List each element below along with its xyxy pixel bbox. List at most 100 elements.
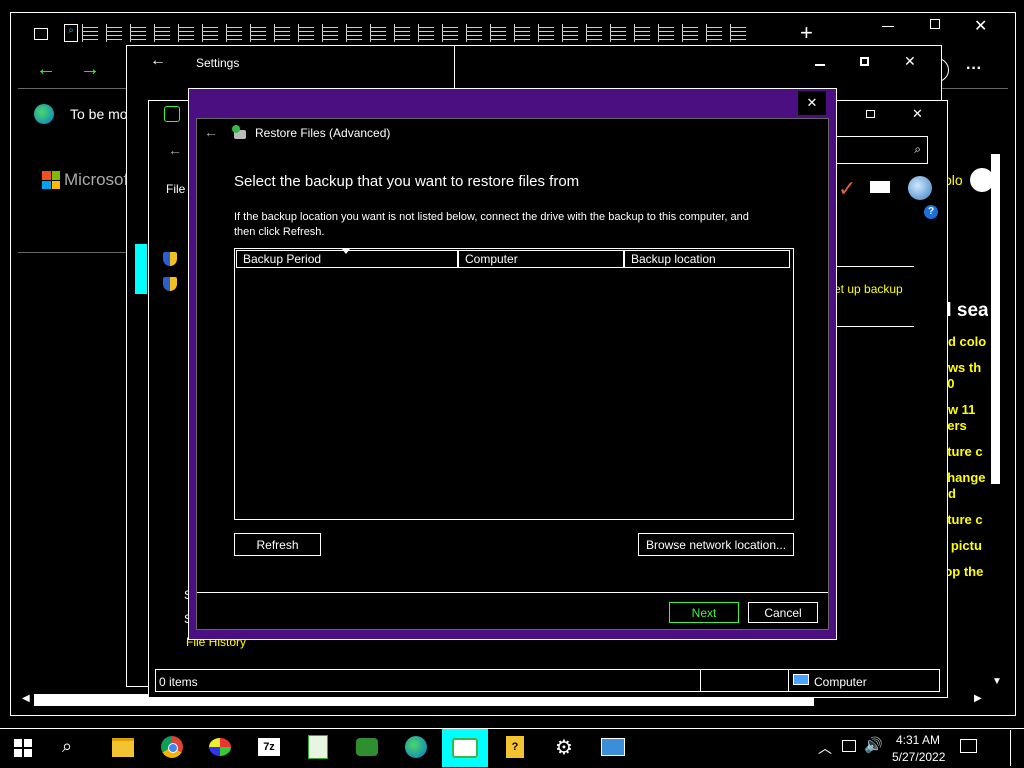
search-icon: ⌕: [914, 142, 921, 156]
status-divider: [700, 670, 701, 691]
browser-maximize-button[interactable]: [930, 19, 940, 29]
scroll-right-icon[interactable]: ▶: [974, 693, 982, 704]
dialog-back-button[interactable]: ←: [204, 124, 218, 140]
restore-app-icon: [232, 125, 248, 140]
browser-tab[interactable]: [634, 24, 650, 42]
browser-tab[interactable]: [682, 24, 698, 42]
explorer-maximize-button[interactable]: [866, 110, 875, 118]
network-icon[interactable]: [842, 740, 856, 752]
browser-tab[interactable]: [586, 24, 602, 42]
paint-icon[interactable]: [205, 732, 235, 762]
browser-tab[interactable]: [178, 24, 194, 42]
dialog-footer-divider: [197, 592, 828, 593]
show-hidden-icons-button[interactable]: ︿: [818, 738, 832, 758]
settings-gear-icon[interactable]: ⚙: [549, 732, 579, 762]
scroll-left-icon[interactable]: ◀: [22, 693, 30, 704]
explorer-close-button[interactable]: ✕: [912, 106, 923, 122]
settings-maximize-button[interactable]: [860, 57, 869, 66]
explorer-back-button[interactable]: ←: [168, 142, 182, 158]
7zip-icon[interactable]: 7z: [254, 732, 284, 762]
column-header-backup-location[interactable]: Backup location: [624, 250, 790, 268]
settings-back-button[interactable]: ←: [150, 52, 166, 70]
cancel-button[interactable]: Cancel: [748, 602, 818, 623]
browser-tab[interactable]: [538, 24, 554, 42]
settings-title: Settings: [196, 56, 240, 70]
browser-tab[interactable]: [202, 24, 218, 42]
globe-icon[interactable]: [908, 176, 932, 200]
column-header-computer[interactable]: Computer: [458, 250, 624, 268]
start-button[interactable]: [14, 739, 32, 757]
browser-tab[interactable]: [130, 24, 146, 42]
feedback-check-icon[interactable]: ✓: [838, 176, 856, 202]
file-explorer-icon[interactable]: [108, 732, 138, 762]
file-menu[interactable]: File: [166, 182, 185, 196]
help-support-icon[interactable]: ?: [500, 732, 530, 762]
dialog-title: Restore Files (Advanced): [255, 126, 391, 140]
next-button[interactable]: Next: [669, 602, 739, 623]
browser-tab[interactable]: [466, 24, 482, 42]
dialog-close-button[interactable]: ✕: [798, 91, 826, 115]
notifications-icon[interactable]: [960, 739, 977, 753]
refresh-button[interactable]: Refresh: [234, 533, 321, 556]
browser-tab[interactable]: [658, 24, 674, 42]
scroll-down-icon[interactable]: ▼: [992, 676, 1002, 687]
browser-tab[interactable]: [274, 24, 290, 42]
browser-tab[interactable]: [370, 24, 386, 42]
edge-icon[interactable]: [401, 732, 431, 762]
browser-tab[interactable]: [394, 24, 410, 42]
settings-divider: [454, 46, 455, 90]
browser-minimize-button[interactable]: [882, 26, 894, 27]
shield-icon: [163, 277, 177, 291]
browser-tab[interactable]: [250, 24, 266, 42]
settings-close-button[interactable]: ✕: [904, 53, 916, 70]
browser-tabs[interactable]: [82, 24, 772, 44]
show-desktop-button[interactable]: [1010, 730, 1011, 766]
browser-tab[interactable]: [730, 24, 746, 42]
notepad-icon[interactable]: [303, 732, 333, 762]
browser-close-button[interactable]: ✕: [974, 16, 987, 36]
browser-tab[interactable]: [298, 24, 314, 42]
browser-tab[interactable]: [514, 24, 530, 42]
status-computer: Computer: [814, 675, 867, 689]
browser-tab[interactable]: [346, 24, 362, 42]
set-up-backup-link[interactable]: et up backup: [834, 282, 903, 296]
volume-icon[interactable]: 🔊: [864, 736, 883, 754]
browser-tab[interactable]: [154, 24, 170, 42]
clock-time[interactable]: 4:31 AM: [896, 733, 940, 747]
explorer-rule: [832, 266, 914, 267]
browse-network-location-button[interactable]: Browse network location...: [638, 533, 794, 556]
browser-tab[interactable]: [610, 24, 626, 42]
browser-forward-button[interactable]: →: [80, 58, 100, 81]
tab-actions-icon[interactable]: [34, 28, 48, 40]
browser-tab[interactable]: [706, 24, 722, 42]
browser-menu-button[interactable]: ···: [966, 60, 982, 78]
backup-list[interactable]: [234, 248, 794, 520]
browser-tab[interactable]: [106, 24, 122, 42]
clock-date[interactable]: 5/27/2022: [892, 750, 945, 764]
microsoft-logo-icon: [42, 171, 60, 189]
browser-tab[interactable]: [442, 24, 458, 42]
backup-restore-icon[interactable]: [442, 729, 488, 767]
browser-tab[interactable]: [562, 24, 578, 42]
taskbar-search-button[interactable]: ⌕: [62, 736, 72, 757]
browser-back-button[interactable]: ←: [36, 58, 56, 81]
browser-tab[interactable]: [322, 24, 338, 42]
tab-search-icon[interactable]: ⌕: [64, 24, 78, 42]
browser-scrollbar[interactable]: [990, 148, 1002, 688]
ccleaner-icon[interactable]: [352, 732, 382, 762]
browser-tab[interactable]: [226, 24, 242, 42]
browser-tab[interactable]: [418, 24, 434, 42]
browser-tab[interactable]: [82, 24, 98, 42]
new-tab-button[interactable]: +: [800, 22, 813, 44]
status-divider: [788, 670, 789, 691]
chrome-icon[interactable]: [157, 732, 187, 762]
shield-icon: [163, 252, 177, 266]
help-icon[interactable]: ?: [924, 205, 938, 219]
mail-icon[interactable]: [870, 181, 890, 193]
dialog-description: If the backup location you want is not l…: [234, 211, 749, 238]
settings-minimize-button[interactable]: [815, 64, 825, 66]
control-panel-icon[interactable]: [598, 732, 628, 762]
browser-tab[interactable]: [490, 24, 506, 42]
explorer-search-box[interactable]: ⌕: [836, 136, 928, 164]
page-text: To be mos: [70, 106, 135, 122]
